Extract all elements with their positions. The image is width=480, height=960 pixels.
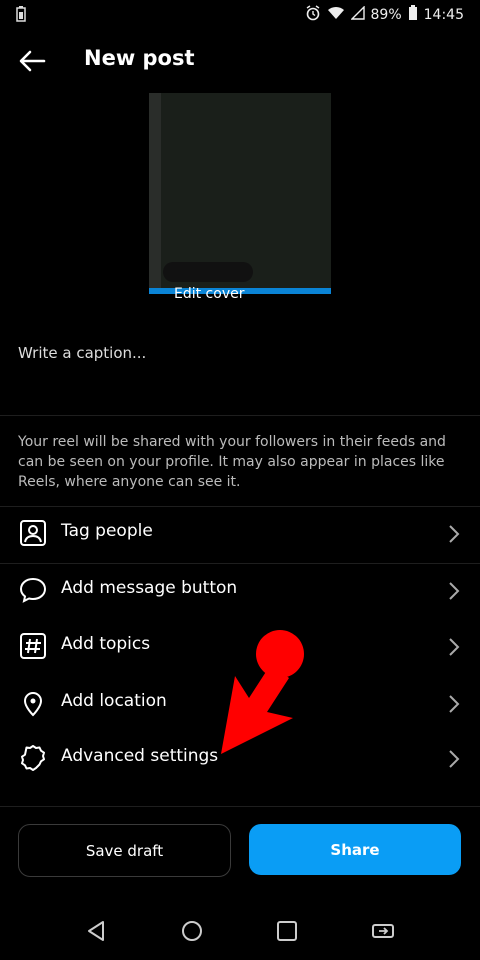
chevron-right-icon [446, 637, 462, 657]
page-title: New post [84, 46, 195, 70]
share-info-text: Your reel will be shared with your follo… [18, 434, 446, 490]
header: New post [0, 36, 480, 86]
divider [0, 806, 480, 807]
cover-strip [149, 93, 161, 294]
message-bubble-icon [18, 575, 48, 605]
option-label: Advanced settings [61, 746, 219, 766]
signal-icon [349, 5, 365, 24]
caption-input[interactable]: Write a caption... [18, 344, 146, 362]
annotation-arrow-icon [215, 626, 325, 760]
option-add-message-button[interactable]: Add message button [0, 563, 480, 619]
battery-icon [408, 5, 418, 25]
battery-percent: 89% [370, 7, 402, 23]
option-label: Add location [61, 691, 167, 711]
system-nav-bar [0, 905, 480, 955]
nav-back-icon[interactable] [83, 917, 111, 945]
chevron-right-icon [446, 581, 462, 601]
save-draft-button[interactable]: Save draft [18, 824, 231, 877]
gear-icon [18, 743, 48, 773]
alarm-icon [305, 5, 321, 25]
clock: 14:45 [423, 7, 464, 23]
chevron-right-icon [446, 749, 462, 769]
nav-home-icon[interactable] [178, 917, 206, 945]
battery-saver-icon [16, 6, 26, 26]
edit-cover-pill [163, 262, 253, 282]
hashtag-icon [18, 631, 48, 661]
back-arrow-icon[interactable] [14, 46, 50, 76]
option-label: Add message button [61, 578, 238, 598]
status-bar: 89% 14:45 [0, 0, 480, 30]
nav-recents-icon[interactable] [273, 917, 301, 945]
edit-cover-button[interactable]: Edit cover [174, 286, 244, 302]
chevron-right-icon [446, 694, 462, 714]
option-label: Add topics [61, 634, 151, 654]
option-tag-people[interactable]: Tag people [0, 506, 480, 562]
wifi-icon [327, 6, 345, 24]
share-button[interactable]: Share [249, 824, 461, 875]
tag-people-icon [18, 518, 48, 548]
divider [0, 415, 480, 416]
chevron-right-icon [446, 524, 462, 544]
nav-switch-app-icon[interactable] [369, 917, 397, 945]
reel-cover-thumbnail[interactable] [149, 93, 331, 294]
location-pin-icon [18, 688, 48, 718]
option-label: Tag people [61, 521, 153, 541]
